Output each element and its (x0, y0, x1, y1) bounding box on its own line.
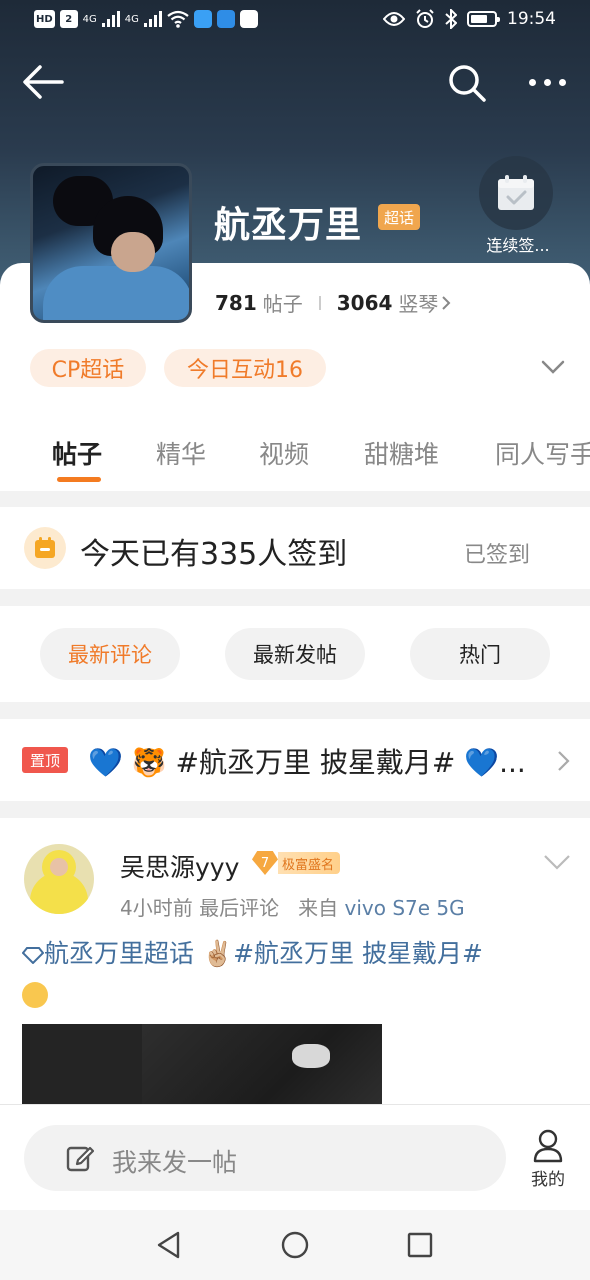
chevron-down-icon[interactable] (540, 356, 566, 378)
source-prefix: 来自 (298, 896, 339, 920)
level-title: 极富盛名 (278, 852, 341, 874)
checkin-button[interactable] (479, 156, 553, 230)
post-time: 4小时前 (120, 896, 193, 920)
compose-placeholder: 我来发一帖 (112, 1148, 238, 1177)
more-options-icon[interactable] (524, 62, 570, 102)
topic-avatar (30, 163, 192, 323)
my-profile-label: 我的 (531, 1170, 565, 1190)
app-notification-icon-1 (193, 10, 212, 28)
sort-section: 最新评论 最新发帖 热门 (0, 606, 590, 702)
pinned-post[interactable]: 置顶 💙 🐯 #航丞万里 披星戴月# 💙... (0, 719, 590, 801)
daily-interaction-chip[interactable]: 今日互动16 (164, 349, 326, 387)
system-recents-icon[interactable] (406, 1231, 434, 1259)
tab-fanfic-writers[interactable]: 同人写手 (495, 435, 590, 471)
tab-featured[interactable]: 精华 (156, 435, 206, 471)
post-meta: 4小时前 最后评论 来自 vivo S7e 5G (120, 892, 465, 921)
fans-count: 3064 (336, 290, 393, 315)
pinned-tag: 置顶 (22, 747, 68, 773)
topic-stats[interactable]: 781 帖子 3064 竖琴 (215, 288, 451, 317)
level-number: 7 (252, 851, 278, 875)
signal-icon-1 (101, 11, 120, 27)
network-type-2: 4G (124, 13, 139, 25)
sort-latest-comment-button[interactable]: 最新评论 (40, 628, 180, 680)
post-card[interactable]: 吴思源yyy 7 极富盛名 4小时前 最后评论 来自 vivo S7e 5G 航… (0, 818, 590, 1118)
checkin-label[interactable]: 连续签... (470, 232, 566, 256)
emoji-icon (22, 982, 48, 1008)
tab-sweet[interactable]: 甜糖堆 (364, 435, 439, 471)
edit-icon (66, 1146, 94, 1172)
fans-label: 竖琴 (398, 292, 439, 316)
checkin-section: 今天已有335人签到 已签到 (0, 507, 590, 589)
topic-title: 航丞万里 (214, 205, 363, 246)
diamond-icon (21, 947, 45, 965)
checkin-calendar-icon (24, 527, 66, 569)
fan-level-badge: 7 极富盛名 (252, 851, 341, 875)
post-text: 航丞万里超话 ✌🏼#航丞万里 披星戴月# (44, 939, 483, 968)
cp-topic-chip[interactable]: CP超话 (30, 349, 146, 387)
signal-icon-2 (143, 11, 162, 27)
battery-icon (467, 11, 500, 27)
user-icon (533, 1129, 563, 1163)
checkin-count-text: 今天已有335人签到 (80, 537, 348, 572)
sim-indicator: 2 (59, 10, 78, 28)
stats-divider (318, 295, 321, 310)
bluetooth-icon (445, 9, 457, 29)
bottom-bar: 我来发一帖 我的 (0, 1104, 590, 1210)
author-avatar[interactable] (24, 844, 94, 914)
status-bar: HD 2 4G 4G 19:54 (0, 0, 590, 42)
posts-label: 帖子 (262, 292, 303, 316)
alarm-icon (416, 9, 434, 28)
chevron-right-icon (442, 295, 451, 310)
post-source[interactable]: vivo S7e 5G (345, 896, 465, 920)
back-arrow-icon[interactable] (22, 62, 64, 102)
author-name[interactable]: 吴思源yyy (120, 848, 239, 884)
compose-input[interactable]: 我来发一帖 (24, 1125, 506, 1191)
tab-posts[interactable]: 帖子 (52, 435, 102, 471)
posts-count: 781 (215, 290, 257, 315)
post-body[interactable]: 航丞万里超话 ✌🏼#航丞万里 披星戴月# (21, 934, 562, 1014)
system-back-icon[interactable] (155, 1230, 183, 1260)
system-navigation-bar (0, 1210, 590, 1280)
clock: 19:54 (507, 9, 556, 29)
wifi-icon (167, 10, 189, 28)
pinned-text: 💙 🐯 #航丞万里 披星戴月# 💙... (88, 746, 526, 779)
system-home-icon[interactable] (280, 1230, 310, 1260)
active-tab-indicator (57, 477, 101, 482)
content-tabs: 帖子 精华 视频 甜糖堆 同人写手 (0, 425, 590, 485)
app-notification-icon-2 (216, 10, 235, 28)
chevron-down-icon[interactable] (542, 852, 572, 872)
my-profile-button[interactable]: 我的 (524, 1129, 572, 1193)
chevron-right-icon (558, 751, 570, 771)
sort-latest-post-button[interactable]: 最新发帖 (225, 628, 365, 680)
super-topic-badge: 超话 (378, 204, 421, 230)
search-icon[interactable] (446, 62, 488, 104)
calendar-check-icon (498, 175, 534, 210)
tab-videos[interactable]: 视频 (259, 435, 309, 471)
checked-in-status[interactable]: 已签到 (464, 537, 530, 569)
hd-indicator: HD (34, 10, 55, 28)
sort-hot-button[interactable]: 热门 (410, 628, 550, 680)
network-type-1: 4G (82, 13, 97, 25)
last-comment-note: 最后评论 (199, 896, 280, 920)
app-notification-icon-3 (239, 10, 258, 28)
eye-icon (383, 12, 405, 26)
